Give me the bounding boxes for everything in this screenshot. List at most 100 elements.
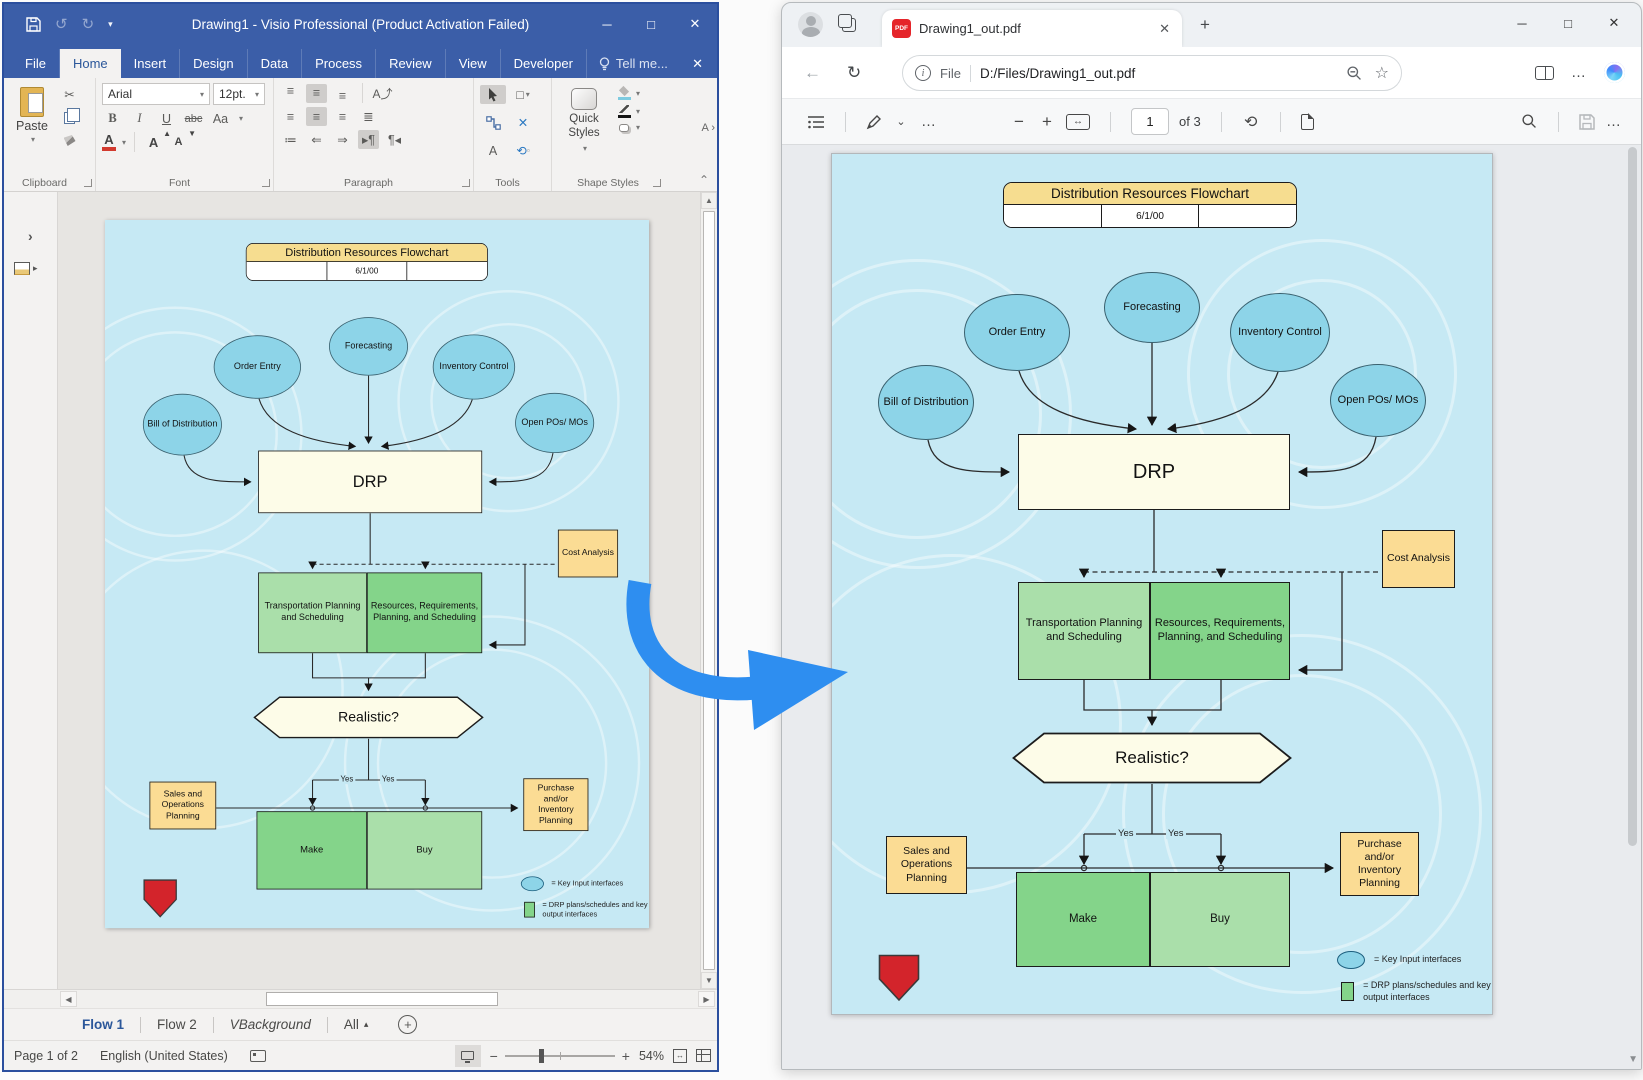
refresh-icon[interactable]: ↻	[847, 63, 861, 83]
format-painter-icon[interactable]	[59, 131, 80, 150]
pdf-more-icon[interactable]: …	[1605, 113, 1623, 130]
vertical-scrollbar[interactable]: ▲ ▼	[700, 192, 717, 989]
save-icon[interactable]	[1579, 114, 1595, 130]
close-button[interactable]: ✕	[673, 4, 717, 44]
zoom-out-icon[interactable]: −	[490, 1048, 498, 1064]
red-off-page-marker[interactable]	[878, 954, 920, 1002]
copilot-icon[interactable]	[1604, 62, 1625, 83]
node-bill-of-distribution[interactable]: Bill of Distribution	[143, 394, 222, 456]
font-name-select[interactable]: Arial▾	[102, 83, 210, 105]
node-inventory-control[interactable]: Inventory Control	[433, 334, 515, 399]
scroll-up-icon[interactable]: ▲	[701, 192, 717, 209]
browser-tab[interactable]: PDF Drawing1_out.pdf ✕	[882, 10, 1182, 47]
hscroll-thumb[interactable]	[266, 992, 498, 1006]
tab-insert[interactable]: Insert	[121, 49, 181, 78]
tell-me-box[interactable]: Tell me...	[587, 49, 680, 78]
node-realistic[interactable]: Realistic?	[253, 696, 484, 739]
stencil-icon[interactable]: ▸	[14, 262, 38, 275]
underline-button[interactable]: U	[156, 109, 177, 128]
italic-button[interactable]: I	[129, 109, 150, 128]
search-icon[interactable]	[1521, 113, 1538, 130]
font-color-button[interactable]: A	[102, 133, 116, 151]
node-buy[interactable]: Buy	[367, 811, 482, 889]
workspaces-icon[interactable]	[838, 14, 858, 34]
node-purchase-inventory[interactable]: Purchase and/or Inventory Planning	[523, 778, 588, 831]
insert-page-icon[interactable]: +	[398, 1015, 417, 1034]
tab-view[interactable]: View	[446, 49, 501, 78]
rectangle-tool-icon[interactable]: □▾	[508, 85, 538, 104]
node-make[interactable]: Make	[257, 811, 367, 889]
align-right-icon[interactable]: ≡	[332, 107, 353, 126]
scroll-down-icon[interactable]: ▼	[701, 972, 717, 989]
expand-shapes-icon[interactable]: ›	[28, 228, 33, 244]
pdf-scroll-thumb[interactable]	[1628, 147, 1637, 846]
page-tab-flow2[interactable]: Flow 2	[141, 1013, 213, 1036]
maximize-button[interactable]: □	[629, 4, 673, 44]
zoom-slider-thumb[interactable]	[539, 1049, 544, 1063]
node-sales-operations[interactable]: Sales and Operations Planning	[149, 782, 216, 830]
node-order-entry[interactable]: Order Entry	[214, 335, 301, 398]
address-url[interactable]: D:/Files/Drawing1_out.pdf	[980, 66, 1337, 81]
node-cost-analysis[interactable]: Cost Analysis	[558, 530, 618, 578]
align-top-icon[interactable]: ≡	[280, 84, 301, 103]
quick-styles-button[interactable]: Quick Styles ▾	[558, 83, 610, 153]
presentation-mode-icon[interactable]	[455, 1045, 481, 1067]
bold-button[interactable]: B	[102, 109, 123, 128]
rotate-page-icon[interactable]: ⟲	[1242, 112, 1260, 132]
tab-file[interactable]: File	[12, 49, 60, 78]
status-page-indicator[interactable]: Page 1 of 2	[14, 1049, 78, 1063]
tab-data[interactable]: Data	[248, 49, 302, 78]
copy-icon[interactable]	[59, 108, 80, 127]
ribbon-overflow-icon[interactable]: A ›	[702, 122, 715, 134]
cut-icon[interactable]: ✂	[59, 85, 80, 104]
fit-to-width-icon[interactable]: ↔	[1066, 114, 1090, 130]
tab-home[interactable]: Home	[60, 49, 121, 78]
back-icon[interactable]: ←	[804, 63, 821, 83]
pdf-scroll-down-icon[interactable]: ▼	[1628, 1054, 1638, 1065]
pdf-scrollbar[interactable]: ▼	[1625, 147, 1639, 1067]
minimize-button[interactable]: ─	[585, 4, 629, 44]
red-off-page-marker[interactable]	[143, 879, 178, 919]
document-close-icon[interactable]: ✕	[692, 56, 703, 72]
tab-design[interactable]: Design	[180, 49, 247, 78]
node-sales-operations[interactable]: Sales and Operations Planning	[886, 836, 967, 894]
node-cost-analysis[interactable]: Cost Analysis	[1382, 530, 1455, 588]
zoom-in-icon[interactable]: +	[622, 1048, 630, 1064]
bullets-icon[interactable]: ≔	[280, 130, 301, 149]
page-number-input[interactable]	[1131, 108, 1169, 135]
rtl-direction-icon[interactable]: ¶◂	[384, 130, 405, 149]
rotate-tool-icon[interactable]: ⟲▫	[508, 141, 538, 160]
strikethrough-button[interactable]: abc	[183, 109, 204, 128]
font-size-select[interactable]: 12pt.▾	[213, 83, 265, 105]
undo-icon[interactable]: ↺	[55, 15, 68, 33]
status-language[interactable]: English (United States)	[100, 1049, 228, 1063]
line-color-button[interactable]: ▾	[616, 105, 640, 118]
node-buy[interactable]: Buy	[1150, 872, 1290, 967]
clipboard-dialog-launcher-icon[interactable]	[84, 179, 92, 187]
paragraph-dialog-launcher-icon[interactable]	[462, 179, 470, 187]
collapse-ribbon-icon[interactable]: ⌃	[699, 173, 709, 187]
maximize-button[interactable]: □	[1545, 3, 1591, 43]
tab-process[interactable]: Process	[302, 49, 376, 78]
grow-font-button[interactable]: A▲	[143, 133, 164, 152]
new-tab-icon[interactable]: +	[1200, 15, 1210, 35]
redo-icon[interactable]: ↻	[82, 15, 95, 33]
node-drp[interactable]: DRP	[258, 451, 482, 514]
node-resources[interactable]: Resources, Requirements, Planning, and S…	[367, 572, 482, 653]
pointer-tool-icon[interactable]	[480, 85, 506, 104]
justify-icon[interactable]: ≣	[358, 107, 379, 126]
table-of-contents-icon[interactable]	[808, 115, 825, 129]
tab-developer[interactable]: Developer	[501, 49, 587, 78]
increase-indent-icon[interactable]: ⇒	[332, 130, 353, 149]
shrink-font-button[interactable]: A▼	[168, 133, 189, 152]
text-rotate-icon[interactable]: A⤴	[372, 84, 393, 103]
page-tab-vbackground[interactable]: VBackground	[214, 1013, 327, 1036]
annotation-more-icon[interactable]: …	[920, 113, 938, 130]
save-icon[interactable]	[26, 17, 41, 32]
node-open-pos-mos[interactable]: Open POs/ MOs	[1330, 364, 1426, 437]
node-bill-of-distribution[interactable]: Bill of Distribution	[878, 365, 974, 440]
node-open-pos-mos[interactable]: Open POs/ MOs	[515, 393, 594, 453]
scroll-left-icon[interactable]: ◀	[60, 991, 77, 1007]
pdf-content-area[interactable]: Distribution Resources Flowchart 6/1/00 …	[782, 145, 1641, 1069]
visio-canvas[interactable]: Distribution Resources Flowchart 6/1/00 …	[58, 192, 700, 989]
